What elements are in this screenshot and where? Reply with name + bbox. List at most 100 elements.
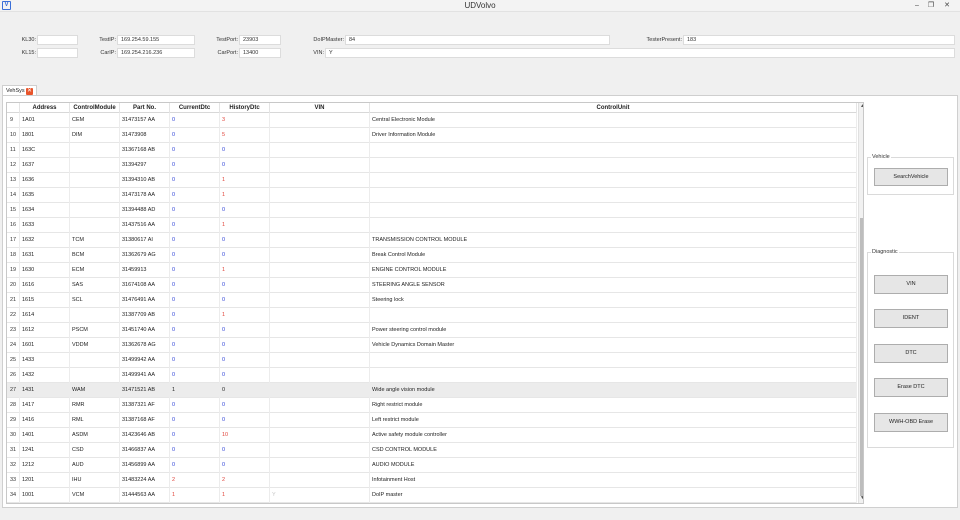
control-unit-cell: Left restrict module [370, 413, 857, 428]
table-row[interactable]: 11 163C 31367168 AB 0 0 [7, 143, 857, 158]
row-number-cell: 30 [7, 428, 20, 443]
row-number-cell: 12 [7, 158, 20, 173]
table-row[interactable]: 15 1634 31394488 AD 0 0 [7, 203, 857, 218]
table-row[interactable]: 17 1632 TCM 31380617 AI 0 0 TRANSMISSION CONTR… [7, 233, 857, 248]
address-cell: 1431 [20, 383, 70, 398]
ident-button[interactable]: IDENT [874, 309, 948, 328]
current-dtc-cell: 0 [170, 263, 220, 278]
control-unit-cell [370, 308, 857, 323]
restore-icon[interactable]: ❐ [924, 0, 938, 11]
row-number-cell: 10 [7, 128, 20, 143]
part-number-cell: 31387709 AB [120, 308, 170, 323]
tester-present-field[interactable]: 183 [683, 35, 955, 45]
module-cell: RMR [70, 398, 120, 413]
history-dtc-cell: 0 [220, 278, 270, 293]
part-number-cell: 31499942 AA [120, 353, 170, 368]
table-row[interactable]: 31 1241 CSD 31466837 AA 0 0 CSD CONTROL MODULE [7, 443, 857, 458]
kl30-field[interactable] [37, 35, 78, 45]
current-dtc-cell: 0 [170, 293, 220, 308]
current-dtc-cell: 0 [170, 398, 220, 413]
header-part[interactable]: Part No. [120, 103, 170, 113]
dtc-button[interactable]: DTC [874, 344, 948, 363]
table-row[interactable]: 14 1635 31473178 AA 0 1 [7, 188, 857, 203]
table-row[interactable]: 16 1633 31437516 AA 0 1 [7, 218, 857, 233]
address-cell: 1634 [20, 203, 70, 218]
control-unit-cell: Active safety module controller [370, 428, 857, 443]
header-control-unit[interactable]: ControlUnit [370, 103, 857, 113]
module-cell [70, 143, 120, 158]
row-number-cell: 32 [7, 458, 20, 473]
part-number-cell: 31476491 AA [120, 293, 170, 308]
scrollbar-thumb[interactable] [860, 218, 863, 496]
table-row[interactable]: 21 1615 SCL 31476491 AA 0 0 Steering lock [7, 293, 857, 308]
table-row[interactable]: 25 1433 31499942 AA 0 0 [7, 353, 857, 368]
row-number-cell: 20 [7, 278, 20, 293]
table-row[interactable]: 27 1431 WAM 31471521 AB 1 0 Wide angle vision … [7, 383, 857, 398]
table-row[interactable]: 22 1614 31387709 AB 0 1 [7, 308, 857, 323]
vin-cell [270, 413, 370, 428]
table-row[interactable]: 18 1631 BCM 31362679 AG 0 0 Break Control Modu… [7, 248, 857, 263]
vin-button[interactable]: VIN [874, 275, 948, 294]
search-vehicle-button[interactable]: SearchVehicle [874, 168, 948, 186]
table-row[interactable]: 19 1630 ECM 31459913 0 1 ENGINE CONTROL MODULE [7, 263, 857, 278]
header-vin[interactable]: VIN [270, 103, 370, 113]
table-row[interactable]: 10 1801 DIM 31473908 0 5 Driver Information Mo… [7, 128, 857, 143]
current-dtc-cell: 0 [170, 428, 220, 443]
row-number-cell: 14 [7, 188, 20, 203]
car-port-field[interactable]: 13400 [239, 48, 281, 58]
table-row[interactable]: 32 1212 AUD 31456899 AA 0 0 AUDIO MODULE [7, 458, 857, 473]
header-history-dtc[interactable]: HistoryDtc [220, 103, 270, 113]
vertical-scrollbar[interactable]: ▲ ▼ [858, 103, 863, 503]
table-row[interactable]: 26 1432 31499941 AA 0 0 [7, 368, 857, 383]
part-number-cell: 31387168 AF [120, 413, 170, 428]
header-current-dtc[interactable]: CurrentDtc [170, 103, 220, 113]
car-ip-field[interactable]: 169.254.216.236 [117, 48, 195, 58]
table-row[interactable]: 30 1401 ASDM 31423646 AB 0 10 Active safety mo… [7, 428, 857, 443]
scroll-up-icon[interactable]: ▲ [859, 103, 863, 110]
table-row[interactable]: 28 1417 RMR 31387321 AF 0 0 Right restrict mod… [7, 398, 857, 413]
doip-master-field[interactable]: 84 [345, 35, 610, 45]
table-row[interactable]: 20 1616 SAS 31674108 AA 0 0 STEERING ANGLE SEN… [7, 278, 857, 293]
table-row[interactable]: 23 1612 PSCM 31451740 AA 0 0 Power steering co… [7, 323, 857, 338]
wwh-obd-erase-button[interactable]: WWH-OBD Erase [874, 413, 948, 432]
kl15-field[interactable] [37, 48, 78, 58]
table-row[interactable]: 34 1001 VCM 31444563 AA 1 1 Y DoIP master [7, 488, 857, 503]
module-cell [70, 353, 120, 368]
vin-cell [270, 113, 370, 128]
control-unit-cell: ENGINE CONTROL MODULE [370, 263, 857, 278]
test-port-field[interactable]: 23903 [239, 35, 281, 45]
vin-cell [270, 338, 370, 353]
table-row[interactable]: 29 1416 RML 31387168 AF 0 0 Left restrict modu… [7, 413, 857, 428]
current-dtc-cell: 0 [170, 323, 220, 338]
address-cell: 1601 [20, 338, 70, 353]
row-number-cell: 13 [7, 173, 20, 188]
control-unit-cell [370, 218, 857, 233]
history-dtc-cell: 0 [220, 143, 270, 158]
erase-dtc-button[interactable]: Erase DTC [874, 378, 948, 397]
part-number-cell: 31394488 AD [120, 203, 170, 218]
vin-cell [270, 368, 370, 383]
vin-cell [270, 263, 370, 278]
row-number-cell: 22 [7, 308, 20, 323]
current-dtc-cell: 0 [170, 308, 220, 323]
minimize-icon[interactable]: – [910, 0, 924, 11]
row-number-cell: 34 [7, 488, 20, 503]
vin-field[interactable]: Y [325, 48, 955, 58]
header-module[interactable]: ControlModule [70, 103, 120, 113]
module-table[interactable]: Address ControlModule Part No. CurrentDt… [6, 102, 864, 504]
test-ip-field[interactable]: 169.254.59.155 [117, 35, 195, 45]
table-row[interactable]: 13 1636 31394310 AB 0 1 [7, 173, 857, 188]
table-row[interactable]: 24 1601 VDDM 31362678 AG 0 0 Vehicle Dynamics … [7, 338, 857, 353]
control-unit-cell: Wide angle vision module [370, 383, 857, 398]
table-row[interactable]: 9 1A01 CEM 31473157 AA 0 3 Central Electronic … [7, 113, 857, 128]
tab-close-icon[interactable]: ✕ [26, 88, 33, 95]
scroll-down-icon[interactable]: ▼ [859, 495, 863, 502]
vin-cell [270, 353, 370, 368]
part-number-cell: 31456899 AA [120, 458, 170, 473]
control-unit-cell: Infotainment Host [370, 473, 857, 488]
header-address[interactable]: Address [20, 103, 70, 113]
table-row[interactable]: 33 1201 IHU 31483224 AA 2 2 Infotainment Host [7, 473, 857, 488]
history-dtc-cell: 0 [220, 323, 270, 338]
close-icon[interactable]: ✕ [940, 0, 954, 11]
table-row[interactable]: 12 1637 31394297 0 0 [7, 158, 857, 173]
